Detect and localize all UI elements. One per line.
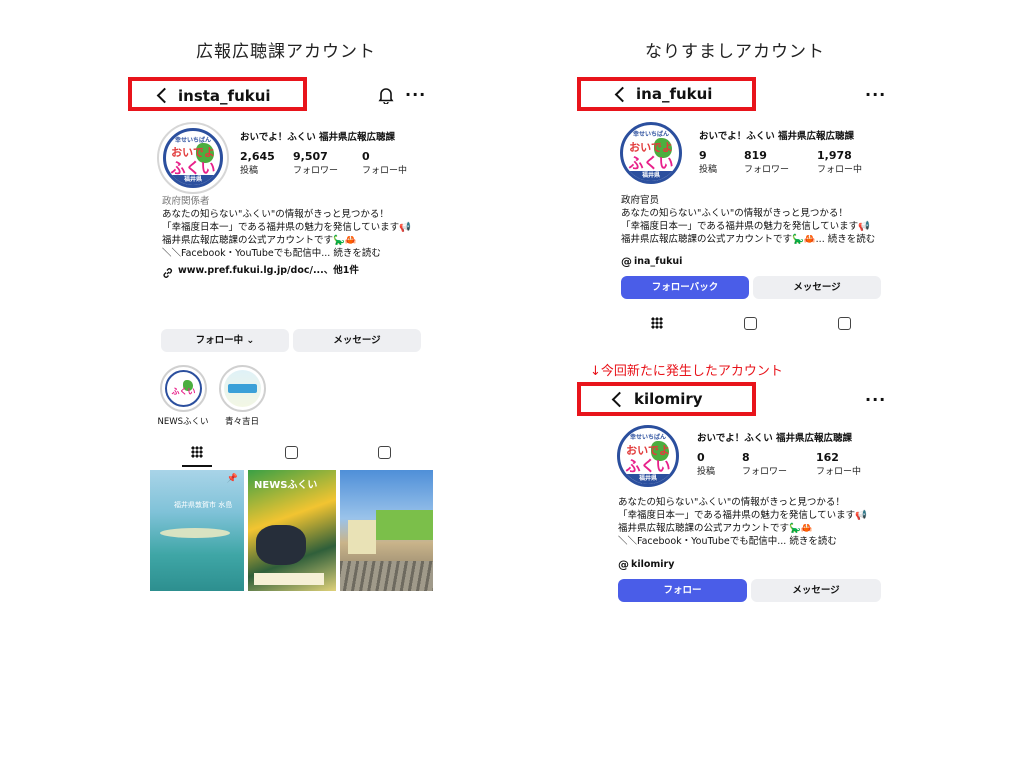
bio-line: あなたの知らない"ふくい"の情報がきっと見つかる！: [618, 497, 845, 508]
avatar[interactable]: 幸せいちばん おいでよ ふくい 福井県: [614, 422, 682, 490]
more-icon[interactable]: ···: [405, 85, 426, 104]
bio-line[interactable]: ＼＼Facebook・YouTubeでも配信中... 続きを読む: [618, 535, 837, 548]
link-icon: [162, 264, 174, 283]
message-button[interactable]: メッセージ: [753, 276, 881, 299]
display-name: おいでよ！ふくい 福井県広報広聴課: [699, 131, 855, 142]
reels-icon[interactable]: [744, 317, 757, 330]
threads-link[interactable]: ina_fukui: [634, 255, 682, 268]
profile-username: kilomiry: [634, 390, 703, 408]
display-name: おいでよ！ふくい 福井県広報広聴課: [697, 433, 853, 444]
active-tab-indicator: [182, 465, 212, 467]
display-name: おいでよ！ふくい 福井県広報広聴課: [240, 132, 396, 143]
post-thumbnail[interactable]: [340, 470, 433, 591]
bio-line: あなたの知らない"ふくい"の情報がきっと見つかる！: [621, 208, 848, 219]
bell-icon[interactable]: [378, 87, 394, 108]
bio-line: 「幸福度日本一」である福井県の魅力を発信しています📢: [621, 221, 870, 232]
stat-followers[interactable]: 9,507 フォロワー: [293, 150, 338, 176]
stat-followers[interactable]: 819 フォロワー: [744, 149, 789, 175]
profile-link[interactable]: www.pref.fukui.lg.jp/doc/...、他1件: [178, 264, 359, 277]
follow-button[interactable]: フォロー: [618, 579, 747, 602]
logo-image: 幸せいちばん おいでよ ふくい 福井県: [617, 425, 679, 487]
stat-posts[interactable]: 2,645 投稿: [240, 150, 275, 176]
post-thumbnail[interactable]: 福井県敦賀市 水島 📌: [150, 470, 244, 591]
avatar[interactable]: 幸せいちばん おいでよ ふくい 福井県: [617, 119, 685, 187]
grid-icon[interactable]: [651, 317, 663, 329]
post-thumbnail[interactable]: NEWSふくい: [248, 470, 336, 591]
message-button[interactable]: メッセージ: [751, 579, 881, 602]
follow-back-button[interactable]: フォローバック: [621, 276, 749, 299]
avatar[interactable]: 幸せいちばん おいでよ ふくい 福井県: [157, 122, 229, 194]
logo-image: 幸せいちばん おいでよ ふくい 福井県: [163, 128, 223, 188]
bio-line: 「幸福度日本一」である福井県の魅力を発信しています📢: [162, 222, 411, 233]
heading-impersonation: なりすましアカウント: [645, 42, 825, 62]
category-label: 政府官员: [621, 195, 660, 206]
stat-following[interactable]: 0 フォロー中: [362, 150, 407, 176]
grid-icon[interactable]: [191, 446, 203, 458]
stat-posts[interactable]: 9 投稿: [699, 149, 717, 175]
profile-username: ina_fukui: [636, 85, 713, 103]
stat-followers[interactable]: 8 フォロワー: [742, 451, 787, 477]
bio-line: 福井県広報広聴課の公式アカウントです🦕🦀: [618, 523, 813, 534]
highlight-label: 青々吉日: [224, 417, 259, 427]
tagged-icon[interactable]: [838, 317, 851, 330]
more-icon[interactable]: ···: [865, 390, 886, 409]
bio-line: あなたの知らない"ふくい"の情報がきっと見つかる！: [162, 209, 389, 220]
bio-line: 福井県広報広聴課の公式アカウントです🦕🦀: [162, 235, 357, 246]
threads-icon[interactable]: @: [621, 255, 632, 268]
more-icon[interactable]: ···: [865, 85, 886, 104]
logo-image: 幸せいちばん おいでよ ふくい 福井県: [620, 122, 682, 184]
pin-icon: 📌: [226, 474, 238, 484]
reels-icon[interactable]: [285, 446, 298, 459]
bio-line: 「幸福度日本一」である福井県の魅力を発信しています📢: [618, 510, 867, 521]
highlight-news[interactable]: ふくい: [160, 365, 207, 412]
new-account-note: ↓今回新たに発生したアカウント: [590, 364, 783, 379]
profile-username: insta_fukui: [178, 87, 271, 105]
message-button[interactable]: メッセージ: [293, 329, 421, 352]
highlight-aoao[interactable]: [219, 365, 266, 412]
stat-following[interactable]: 1,978 フォロー中: [817, 149, 862, 175]
tagged-icon[interactable]: [378, 446, 391, 459]
bio-line[interactable]: 福井県広報広聴課の公式アカウントです🦕🦀... 続きを読む: [621, 233, 875, 246]
stat-posts[interactable]: 0 投稿: [697, 451, 715, 477]
bio-line[interactable]: ＼＼Facebook・YouTubeでも配信中... 続きを読む: [162, 247, 381, 260]
following-button[interactable]: フォロー中 ⌄: [161, 329, 289, 352]
category-label: 政府関係者: [162, 196, 210, 207]
heading-official: 広報広聴課アカウント: [196, 42, 376, 62]
chevron-down-icon: ⌄: [246, 335, 255, 346]
threads-icon[interactable]: @: [618, 558, 629, 571]
stat-following[interactable]: 162 フォロー中: [816, 451, 861, 477]
threads-link[interactable]: kilomiry: [631, 558, 674, 571]
